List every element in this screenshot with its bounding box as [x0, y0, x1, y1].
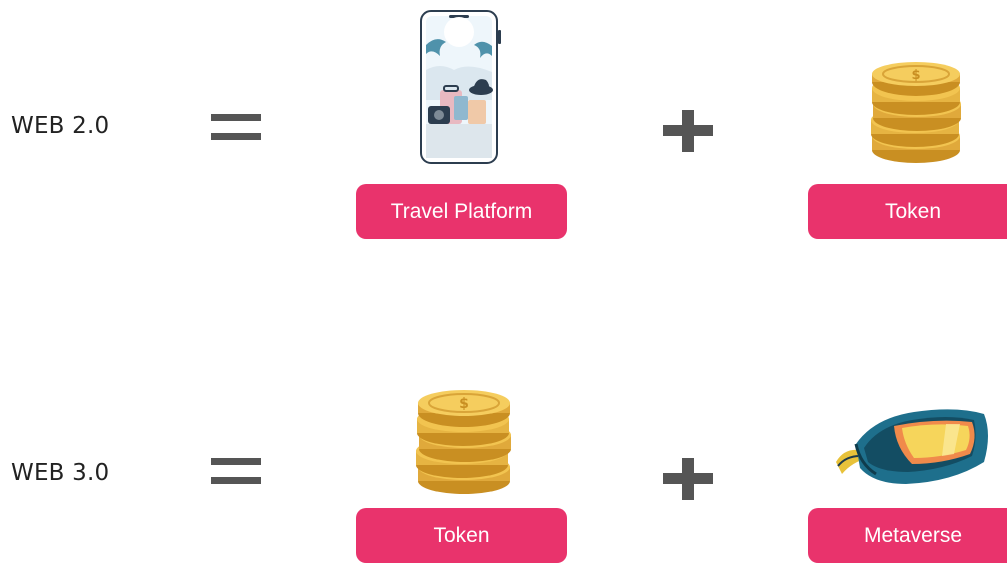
equals-icon [211, 114, 261, 140]
plus-icon [663, 458, 713, 500]
token-badge: Token [356, 508, 567, 563]
web-version-label: WEB 3.0 [11, 460, 110, 486]
vr-headset-icon [836, 409, 988, 484]
coin-stack-icon: $ [416, 390, 511, 494]
metaverse-badge: Metaverse [808, 508, 1007, 563]
equals-icon [211, 458, 261, 484]
travel-platform-badge: Travel Platform [356, 184, 567, 239]
svg-text:$: $ [459, 396, 469, 412]
token-badge: Token [808, 184, 1007, 239]
equation-row-web2: WEB 2.0 $ Travel Platform Token [0, 0, 1007, 239]
web-version-label: WEB 2.0 [11, 113, 110, 139]
svg-text:$: $ [911, 68, 920, 83]
coin-stack-icon: $ [871, 62, 961, 163]
plus-icon [663, 110, 713, 152]
smartphone-travel-icon [420, 10, 501, 164]
equation-row-web3: WEB 3.0 $ Token Metaverse [0, 356, 1007, 563]
